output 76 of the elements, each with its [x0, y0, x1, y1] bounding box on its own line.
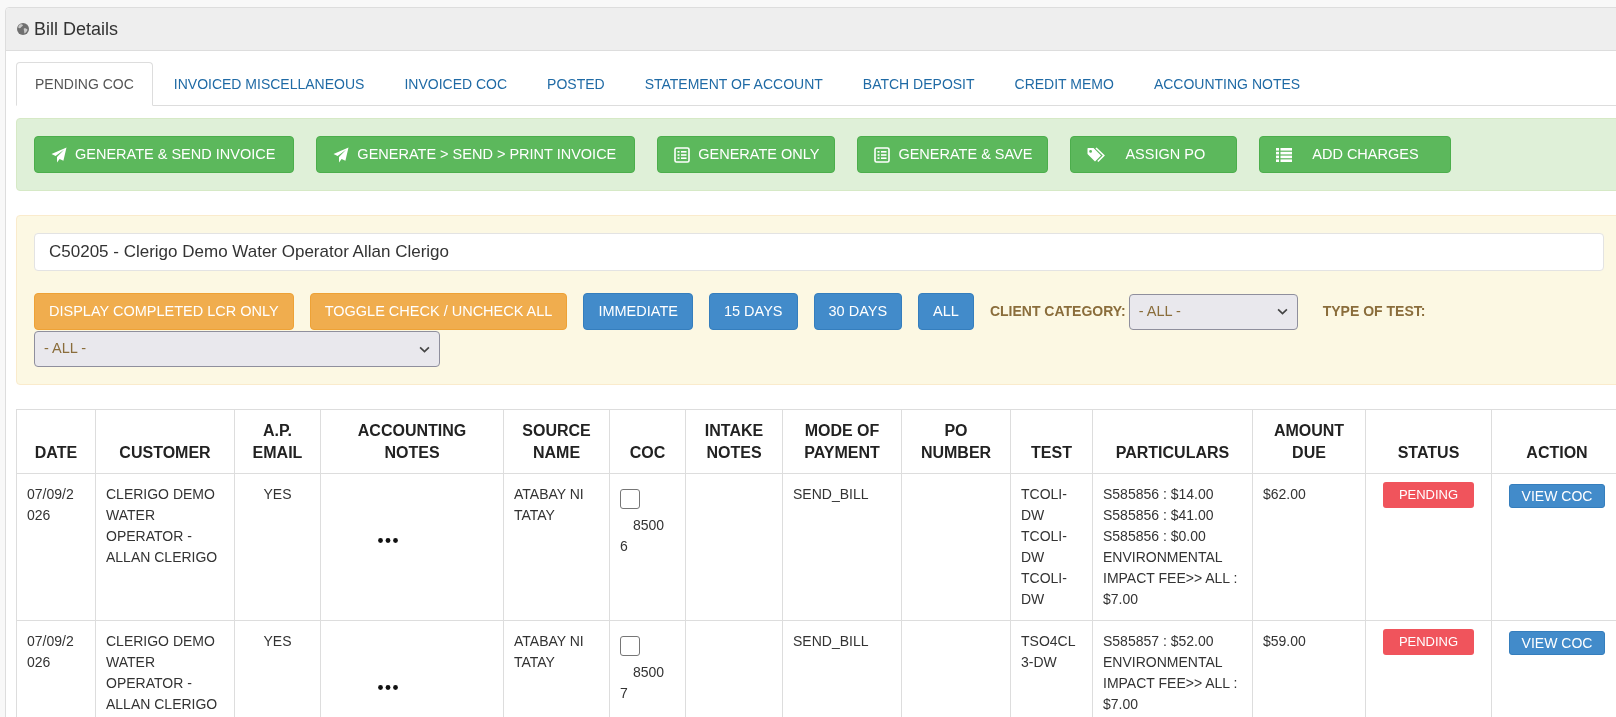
tab[interactable]: INVOICED MISCELLANEOUS — [154, 62, 384, 106]
column-header: TEST — [1010, 409, 1093, 474]
filter-button[interactable]: ALL — [918, 293, 974, 330]
filter-button[interactable]: TOGGLE CHECK / UNCHECK ALL — [309, 293, 568, 330]
particulars-line: ENVIRONMENTAL IMPACT FEE>> ALL : $7.00 — [1103, 653, 1239, 714]
checkbox[interactable] — [620, 489, 640, 509]
paper-plane-icon — [333, 146, 350, 163]
chevron-down-icon — [419, 345, 430, 353]
table-cell: ATABAY NI TATAY — [503, 473, 610, 621]
globe-icon — [17, 23, 29, 35]
toolbar-button[interactable]: ASSIGN PO — [1070, 136, 1238, 173]
tab[interactable]: ACCOUNTING NOTES — [1134, 62, 1320, 106]
column-header: PO NUMBER — [901, 409, 1011, 474]
field-label: TYPE OF TEST: — [1322, 302, 1426, 321]
more-icon[interactable] — [378, 685, 398, 690]
test-code: TSO4CL3-DW — [1021, 632, 1077, 672]
particulars-line: ENVIRONMENTAL IMPACT FEE>> ALL : $7.00 — [1103, 548, 1239, 609]
column-header: ACTION — [1491, 409, 1616, 474]
checkbox[interactable] — [620, 636, 640, 656]
column-header: ACCOUNTING NOTES — [320, 409, 504, 474]
dropdown[interactable]: - ALL - — [1128, 293, 1298, 330]
particulars-line: S585856 : $14.00 — [1103, 485, 1215, 504]
tags-icon — [1087, 146, 1108, 163]
paper-plane-icon — [51, 146, 67, 163]
status-badge: PENDING — [1382, 482, 1475, 508]
tab[interactable]: POSTED — [528, 62, 624, 106]
status-badge: PENDING — [1382, 629, 1475, 655]
list-document-icon — [874, 146, 891, 163]
coc-number: 85006 — [620, 516, 666, 556]
toolbar-button[interactable]: GENERATE > SEND > PRINT INVOICE — [316, 136, 636, 173]
toolbar-button[interactable]: ADD CHARGES — [1259, 136, 1451, 173]
table-cell: YES — [234, 473, 321, 621]
test-code: TCOLI-DW — [1021, 527, 1068, 567]
coc-number: 85007 — [620, 663, 666, 703]
filter-button[interactable]: IMMEDIATE — [583, 293, 693, 330]
list-document-icon — [674, 146, 691, 163]
tab[interactable]: PENDING COC — [16, 62, 153, 106]
test-code: TCOLI-DW — [1021, 485, 1068, 525]
column-header: INTAKE NOTES — [685, 409, 783, 474]
table-cell: $62.00 — [1252, 473, 1366, 621]
particulars-line: S585856 : $41.00 — [1103, 506, 1215, 525]
particulars-line: S585856 : $0.00 — [1103, 527, 1207, 546]
tab[interactable]: BATCH DEPOSIT — [843, 62, 994, 106]
filter-button[interactable]: 30 DAYS — [813, 293, 903, 330]
column-header: PARTICULARS — [1092, 409, 1253, 474]
table-cell: 07/09/2026 — [16, 473, 96, 621]
filter-button[interactable]: 15 DAYS — [708, 293, 798, 330]
test-code: TCOLI-DW — [1021, 569, 1068, 609]
more-icon[interactable] — [378, 538, 398, 543]
field-label: CLIENT CATEGORY: — [989, 302, 1126, 321]
toolbar-button[interactable]: GENERATE & SEND INVOICE — [34, 136, 295, 173]
customer-field[interactable]: C50205 - Clerigo Demo Water Operator Allan Clerigo — [34, 233, 1604, 271]
tab[interactable]: STATEMENT OF ACCOUNT — [625, 62, 842, 106]
column-header: COC — [609, 409, 686, 474]
column-header: CUSTOMER — [95, 409, 235, 474]
filter-button[interactable]: DISPLAY COMPLETED LCR ONLY — [34, 293, 294, 330]
chevron-down-icon — [1276, 308, 1288, 315]
dropdown[interactable]: - ALL - — [34, 331, 440, 367]
column-header: DATE — [16, 409, 96, 474]
panel-title: Bill Details — [34, 17, 119, 41]
tab[interactable]: INVOICED COC — [385, 62, 527, 106]
particulars-line: S585857 : $52.00 — [1103, 632, 1215, 651]
toolbar-button[interactable]: GENERATE & SAVE — [857, 136, 1049, 173]
toolbar-button[interactable]: GENERATE ONLY — [657, 136, 836, 173]
column-header: A.P. EMAIL — [234, 409, 321, 474]
view-coc-button[interactable]: VIEW COC — [1508, 631, 1606, 655]
column-header: SOURCE NAME — [503, 409, 610, 474]
column-header: STATUS — [1365, 409, 1492, 474]
table-cell: CLERIGO DEMO WATER OPERATOR - ALLAN CLERIGO — [95, 473, 235, 621]
column-header: MODE OF PAYMENT — [782, 409, 902, 474]
view-coc-button[interactable]: VIEW COC — [1508, 484, 1606, 508]
table-cell: 07/09/2026 — [16, 620, 96, 717]
tab[interactable]: CREDIT MEMO — [995, 62, 1133, 106]
list-icon — [1276, 147, 1293, 162]
table-cell: SEND_BILL — [782, 473, 902, 621]
column-header: AMOUNT DUE — [1252, 409, 1366, 474]
